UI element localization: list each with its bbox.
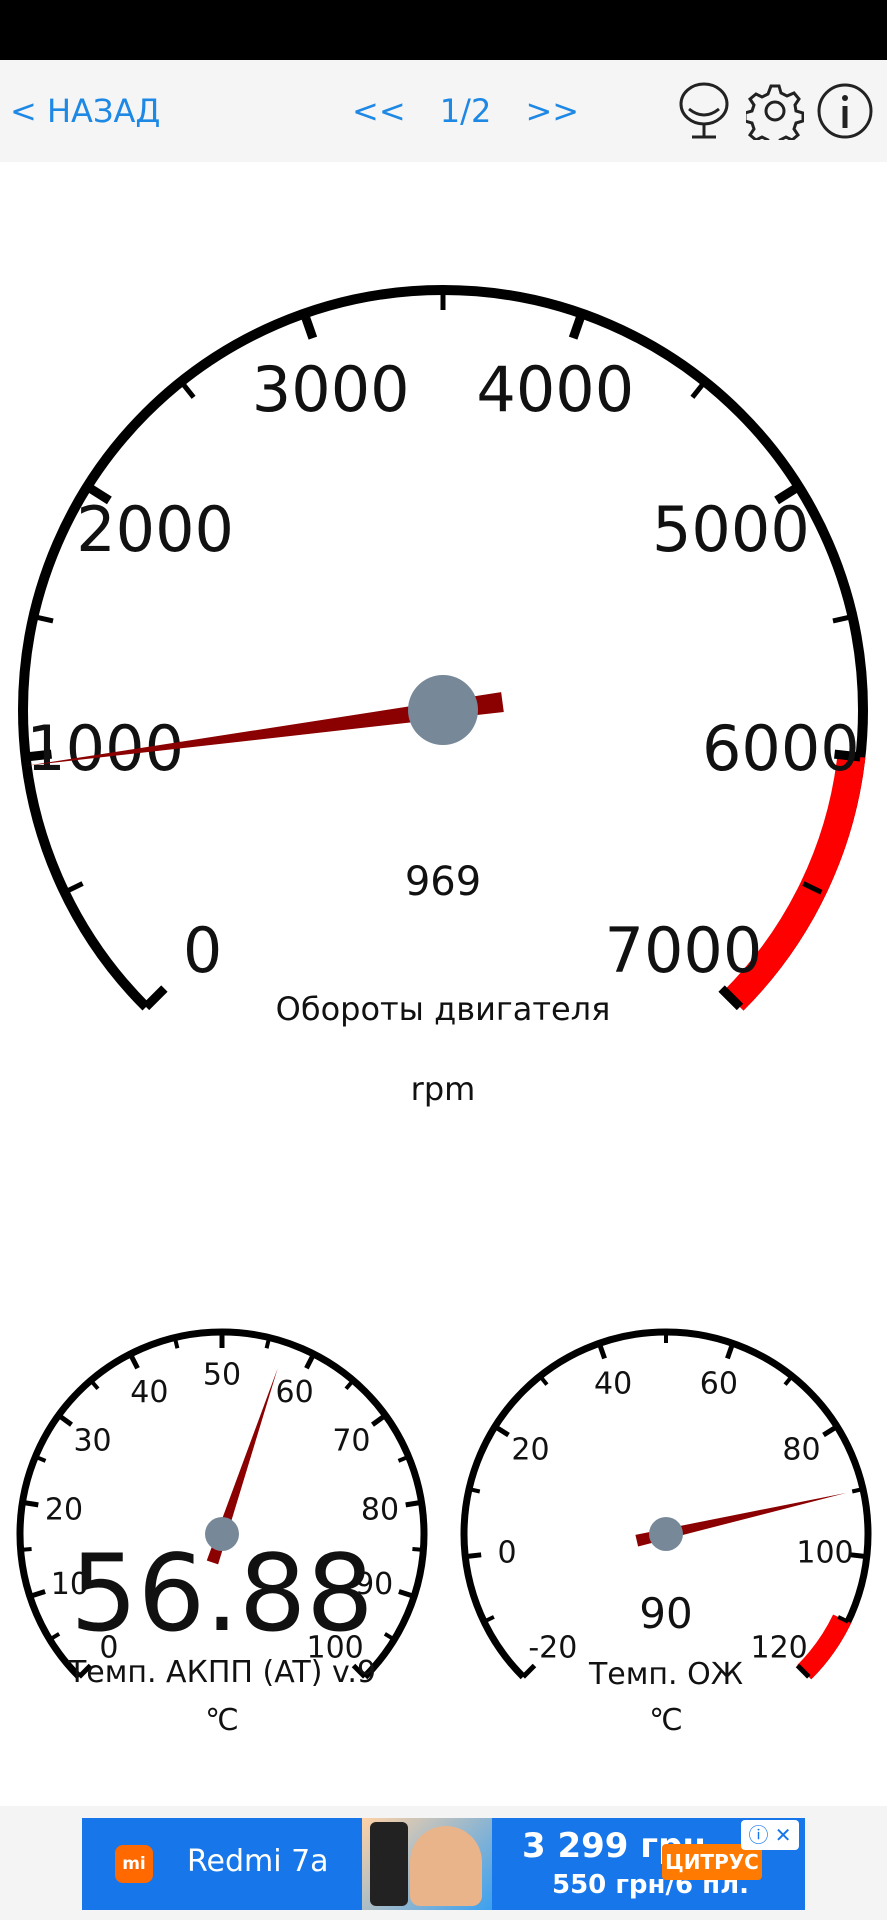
minor-tick: [172, 1337, 180, 1349]
gauge-value: 969: [405, 859, 481, 905]
minor-tick: [179, 380, 196, 399]
tick-label: 7000: [605, 914, 763, 987]
microphone-icon[interactable]: [675, 82, 733, 140]
status-bar: [0, 0, 887, 60]
gauge-value: 56.88: [70, 1532, 373, 1655]
minor-tick: [468, 1487, 481, 1494]
tick-label: 100: [796, 1535, 853, 1570]
major-tick: [493, 1424, 510, 1438]
gauge-title: Обороты двигателя: [276, 990, 611, 1028]
major-tick: [405, 1499, 422, 1508]
tick-label: 70: [332, 1423, 370, 1458]
previous-page-button[interactable]: <<: [352, 92, 406, 130]
major-tick: [464, 1552, 482, 1560]
major-tick: [596, 1342, 607, 1360]
ad-banner[interactable]: mi Redmi 7a 3 299 грн 550 грн/6 пл. ЦИТР…: [82, 1818, 805, 1910]
tick-label: 60: [700, 1366, 738, 1401]
xiaomi-logo: mi: [115, 1845, 153, 1883]
major-tick: [22, 1499, 39, 1508]
tick-label: 80: [361, 1492, 399, 1527]
tick-label: 80: [782, 1432, 820, 1467]
info-icon[interactable]: [816, 82, 874, 140]
tick-label: 6000: [702, 712, 860, 785]
tick-label: 20: [511, 1432, 549, 1467]
gauge-value: 90: [639, 1589, 692, 1638]
ad-image: [362, 1818, 492, 1910]
gauge-title: Темп. ОЖ: [588, 1657, 743, 1692]
tick-label: 0: [183, 914, 222, 987]
minor-tick: [48, 1632, 61, 1642]
person-image: [410, 1826, 482, 1906]
tick-label: 40: [130, 1375, 168, 1410]
tick-label: 40: [594, 1366, 632, 1401]
gauge-hub: [649, 1517, 683, 1551]
ad-info-close-button[interactable]: ⓘ ✕: [741, 1820, 799, 1850]
tick-label: 120: [751, 1631, 808, 1666]
minor-tick: [851, 1487, 864, 1494]
gauge-unit: ℃: [649, 1703, 683, 1738]
tick-label: 20: [45, 1492, 83, 1527]
major-tick: [128, 1352, 140, 1370]
next-page-button[interactable]: >>: [525, 92, 579, 130]
engine-rpm-gauge: 0100020003000 4000500060007000 969 Оборот…: [18, 285, 868, 1108]
major-tick: [304, 1352, 316, 1370]
major-tick: [57, 1413, 73, 1427]
minor-tick: [89, 1379, 100, 1391]
ad-product: Redmi 7a: [187, 1844, 329, 1879]
major-tick: [725, 1342, 736, 1360]
tick-label: 2000: [76, 493, 234, 566]
minor-tick: [383, 1632, 396, 1642]
major-tick: [142, 985, 168, 1011]
gauge-unit: rpm: [411, 1070, 476, 1108]
minor-tick: [783, 1374, 794, 1386]
pager: << 1/2 >>: [352, 92, 579, 130]
gauge-title: Темп. АКПП (AT) v.9: [67, 1655, 376, 1690]
major-tick: [521, 1663, 537, 1679]
gauge-hub: [408, 675, 478, 745]
back-button[interactable]: < НАЗАД: [10, 92, 160, 130]
coolant-temp-gauge: -20 0 20 40 60 80 100 120 90 Темп. ОЖ ℃: [460, 1328, 872, 1738]
page-indicator: 1/2: [439, 92, 492, 130]
minor-tick: [344, 1379, 355, 1391]
minor-tick: [412, 1546, 424, 1552]
tick-label: 4000: [476, 353, 634, 426]
tick-label: -20: [528, 1631, 577, 1666]
redline-zone: [797, 1614, 852, 1680]
minor-tick: [264, 1337, 272, 1349]
tick-label: 30: [73, 1423, 111, 1458]
major-tick: [822, 1424, 839, 1438]
tick-label: 60: [276, 1375, 314, 1410]
tick-label: 0: [497, 1535, 516, 1570]
tick-label: 5000: [652, 493, 810, 566]
minor-tick: [538, 1374, 549, 1386]
tick-label: 3000: [252, 353, 410, 426]
phone-image: [370, 1822, 408, 1906]
gear-icon[interactable]: [746, 82, 804, 140]
major-tick: [371, 1413, 387, 1427]
major-tick: [300, 312, 318, 340]
minor-tick: [20, 1546, 32, 1552]
minor-tick: [690, 380, 707, 399]
tick-label: 50: [203, 1358, 241, 1393]
gauge-unit: ℃: [205, 1703, 239, 1738]
major-tick: [568, 312, 586, 340]
transmission-temp-gauge: 010203040 50 60708090100 56.88 Темп. АКПП …: [16, 1328, 428, 1738]
